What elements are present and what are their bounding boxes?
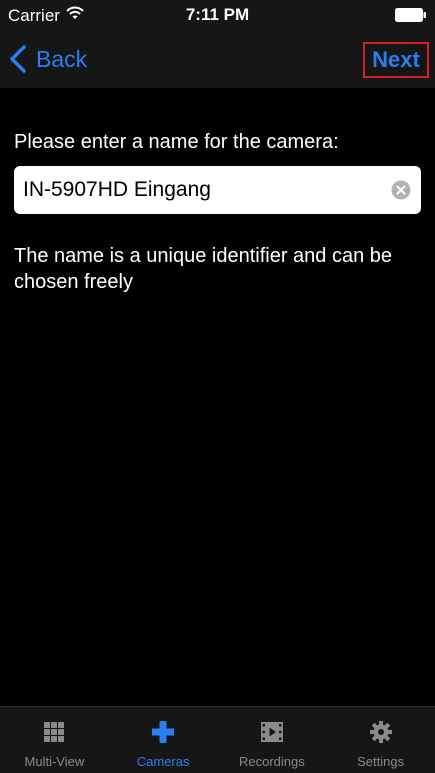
chevron-left-icon bbox=[10, 45, 26, 73]
tab-multi-view[interactable]: Multi-View bbox=[0, 707, 109, 773]
tab-label-cameras: Cameras bbox=[136, 754, 190, 769]
tab-recordings[interactable]: Recordings bbox=[218, 707, 327, 773]
tab-label-settings: Settings bbox=[357, 754, 405, 769]
navigation-bar: Back Next bbox=[0, 30, 435, 88]
plus-icon bbox=[152, 721, 175, 743]
gear-icon bbox=[369, 721, 392, 743]
camera-name-helper-text: The name is a unique identifier and can … bbox=[14, 245, 393, 293]
back-button[interactable]: Back bbox=[8, 42, 87, 76]
tab-bar: Multi-View Cameras Recordings Settings bbox=[0, 706, 435, 773]
clear-text-icon[interactable] bbox=[391, 180, 411, 200]
next-button-label: Next bbox=[372, 47, 420, 72]
battery-icon bbox=[395, 8, 427, 27]
tab-cameras[interactable]: Cameras bbox=[109, 707, 218, 773]
tab-settings[interactable]: Settings bbox=[326, 707, 435, 773]
tab-label-recordings: Recordings bbox=[238, 754, 305, 769]
status-bar: Carrier 7:11 PM bbox=[0, 0, 435, 30]
camera-name-prompt: Please enter a name for the camera: bbox=[14, 131, 339, 153]
tab-label-multi-view: Multi-View bbox=[24, 754, 85, 769]
camera-name-field[interactable] bbox=[14, 166, 421, 214]
back-button-label: Back bbox=[36, 45, 88, 72]
camera-name-input[interactable] bbox=[23, 166, 383, 214]
screen: Carrier 7:11 PM Back Next Please enter a… bbox=[0, 0, 435, 773]
grid-icon bbox=[44, 722, 65, 742]
header: Carrier 7:11 PM Back Next bbox=[0, 0, 435, 88]
film-icon bbox=[260, 722, 283, 742]
status-time: 7:11 PM bbox=[185, 5, 250, 24]
next-button[interactable]: Next bbox=[363, 42, 429, 78]
